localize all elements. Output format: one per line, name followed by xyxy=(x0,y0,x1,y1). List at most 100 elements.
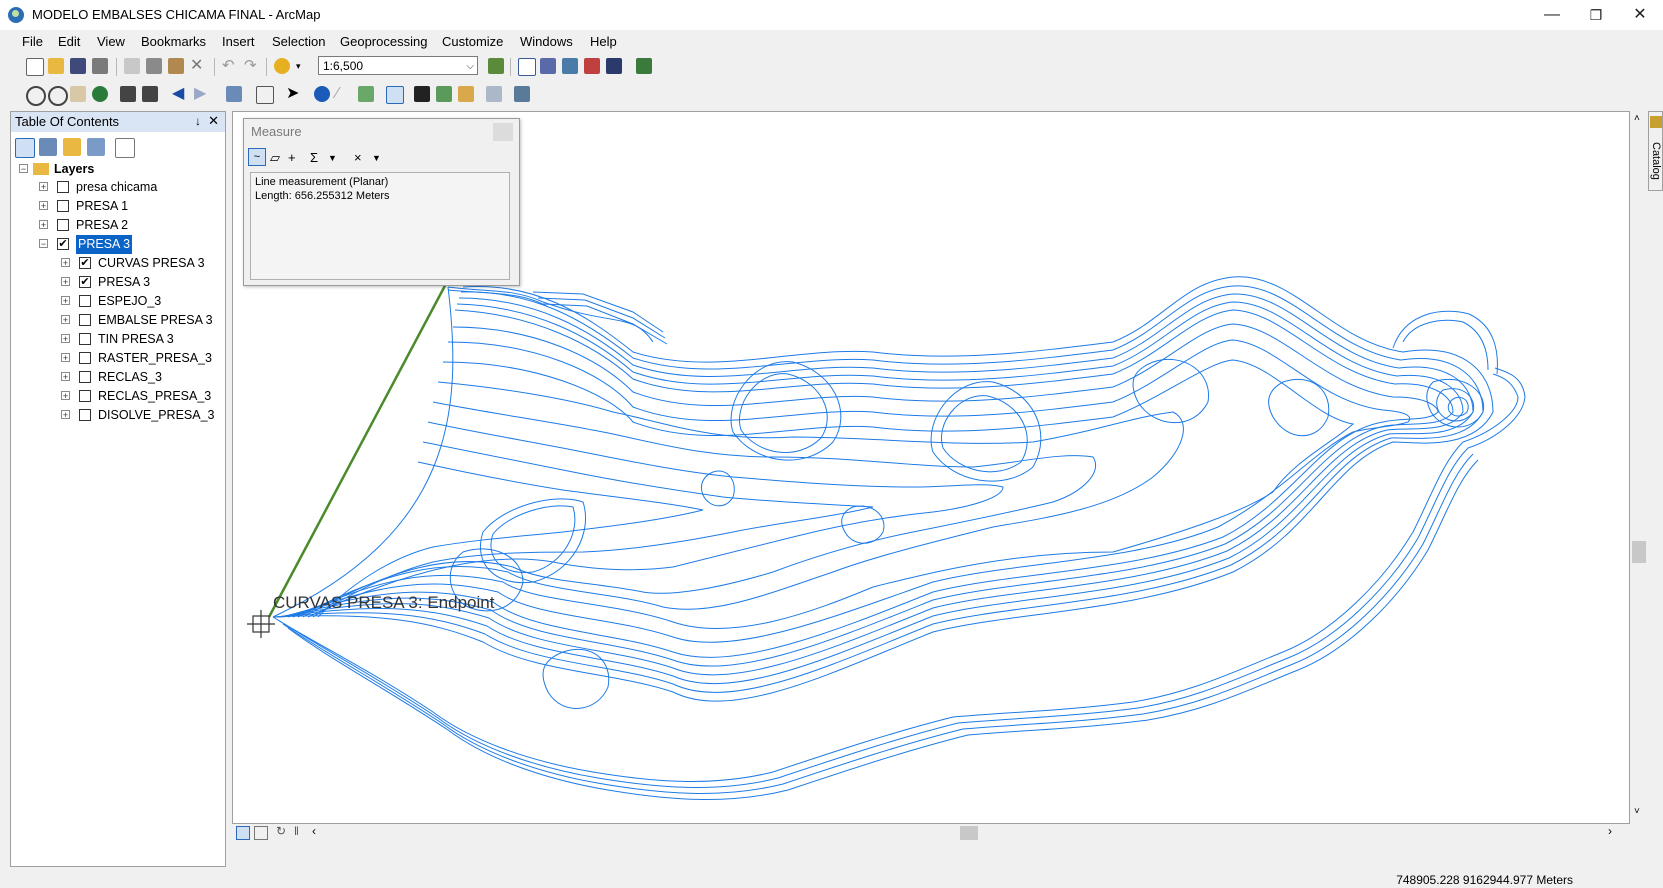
model-builder-icon[interactable] xyxy=(636,58,652,74)
back-icon[interactable]: ◀ xyxy=(172,86,188,102)
layer-checkbox[interactable] xyxy=(79,409,91,421)
data-view-icon[interactable] xyxy=(236,826,250,840)
layer-checkbox[interactable] xyxy=(79,333,91,345)
scroll-right-icon[interactable]: › xyxy=(1608,824,1612,838)
zoom-in-icon[interactable] xyxy=(26,86,46,106)
close-button[interactable]: ✕ xyxy=(1620,4,1660,26)
expand-icon[interactable]: + xyxy=(39,201,48,211)
scroll-left-icon[interactable]: ‹ xyxy=(312,824,316,838)
menu-insert[interactable]: Insert xyxy=(222,34,255,49)
expand-icon[interactable]: + xyxy=(61,353,70,363)
collapse-icon[interactable]: − xyxy=(19,164,28,174)
add-data-dropdown-icon[interactable]: ▾ xyxy=(296,58,312,74)
hyperlink-icon[interactable]: ⁄ xyxy=(336,86,352,102)
menu-bookmarks[interactable]: Bookmarks xyxy=(141,34,206,49)
scroll-up-icon[interactable]: ˄ xyxy=(1634,113,1640,124)
pin-icon[interactable]: ↓ xyxy=(195,114,201,128)
layer-checkbox[interactable]: ✔ xyxy=(57,238,69,250)
measure-icon[interactable] xyxy=(386,86,404,104)
refresh-icon[interactable]: ↻ xyxy=(276,824,286,838)
time-slider-icon[interactable] xyxy=(486,86,502,102)
delete-icon[interactable]: ✕ xyxy=(190,58,206,74)
forward-icon[interactable]: ▶ xyxy=(194,86,210,102)
select-features-icon[interactable] xyxy=(226,86,242,102)
add-data-icon[interactable] xyxy=(274,58,290,74)
measure-line-icon[interactable]: ~ xyxy=(248,148,266,166)
expand-icon[interactable]: + xyxy=(61,391,70,401)
layout-view-icon[interactable] xyxy=(254,826,268,840)
menu-view[interactable]: View xyxy=(97,34,125,49)
expand-icon[interactable]: + xyxy=(61,258,70,268)
sum-dropdown-icon[interactable]: ▼ xyxy=(328,153,337,163)
layer-checkbox[interactable] xyxy=(79,352,91,364)
undo-icon[interactable]: ↶ xyxy=(222,58,238,74)
arctoolbox-icon[interactable] xyxy=(584,58,600,74)
layer-checkbox[interactable] xyxy=(79,295,91,307)
clear-selection-icon[interactable] xyxy=(256,86,274,104)
copy-icon[interactable] xyxy=(146,58,162,74)
expand-icon[interactable]: + xyxy=(61,277,70,287)
python-window-icon[interactable] xyxy=(606,58,622,74)
expand-icon[interactable]: + xyxy=(61,315,70,325)
paste-icon[interactable] xyxy=(168,58,184,74)
expand-icon[interactable]: + xyxy=(61,372,70,382)
collapse-icon[interactable]: − xyxy=(39,239,48,249)
vertical-scroll-thumb[interactable] xyxy=(1632,541,1646,563)
goto-xy-icon[interactable] xyxy=(458,86,474,102)
viewer-window-icon[interactable] xyxy=(514,86,530,102)
select-icon[interactable]: ➤ xyxy=(286,86,302,102)
list-by-selection-icon[interactable] xyxy=(87,138,105,156)
editor-toolbar-icon[interactable] xyxy=(488,58,504,74)
redo-icon[interactable]: ↷ xyxy=(244,58,260,74)
layer-checkbox[interactable] xyxy=(57,181,69,193)
layer-checkbox[interactable] xyxy=(57,219,69,231)
menu-selection[interactable]: Selection xyxy=(272,34,325,49)
toc-close-icon[interactable]: ✕ xyxy=(208,113,219,129)
fixed-zoom-in-icon[interactable] xyxy=(120,86,136,102)
layer-checkbox[interactable] xyxy=(79,314,91,326)
options-icon[interactable] xyxy=(115,138,135,158)
measure-feature-icon[interactable]: + xyxy=(288,150,296,165)
find-route-icon[interactable] xyxy=(436,86,452,102)
horizontal-scroll-thumb[interactable] xyxy=(960,826,978,840)
catalog-tab[interactable]: Catalog xyxy=(1648,111,1663,191)
menu-edit[interactable]: Edit xyxy=(58,34,80,49)
table-icon[interactable] xyxy=(518,58,536,76)
menu-windows[interactable]: Windows xyxy=(520,34,573,49)
cut-icon[interactable] xyxy=(124,58,140,74)
list-by-visibility-icon[interactable] xyxy=(63,138,81,156)
pan-icon[interactable] xyxy=(70,86,86,102)
list-by-drawing-order-icon[interactable] xyxy=(15,138,35,158)
layer-checkbox[interactable]: ✔ xyxy=(79,257,91,269)
open-icon[interactable] xyxy=(48,58,64,74)
restore-button[interactable]: ❐ xyxy=(1576,4,1616,26)
scroll-down-icon[interactable]: ˅ xyxy=(1634,806,1640,817)
fixed-zoom-out-icon[interactable] xyxy=(142,86,158,102)
find-icon[interactable] xyxy=(414,86,430,102)
chevron-down-icon[interactable]: ⌵ xyxy=(466,57,474,76)
units-dropdown-icon[interactable]: ▼ xyxy=(372,153,381,163)
measure-area-icon[interactable]: ▱ xyxy=(270,150,280,166)
layer-checkbox[interactable] xyxy=(79,390,91,402)
expand-icon[interactable]: + xyxy=(39,182,48,192)
identify-icon[interactable] xyxy=(314,86,330,102)
save-icon[interactable] xyxy=(70,58,86,74)
expand-icon[interactable]: + xyxy=(39,220,48,230)
measure-close-button[interactable] xyxy=(493,123,513,141)
menu-geoprocessing[interactable]: Geoprocessing xyxy=(340,34,427,49)
expand-icon[interactable]: + xyxy=(61,296,70,306)
vertical-scrollbar[interactable]: ˄ ˅ xyxy=(1630,111,1648,824)
menu-help[interactable]: Help xyxy=(590,34,617,49)
menu-file[interactable]: File xyxy=(22,34,43,49)
layer-checkbox[interactable] xyxy=(57,200,69,212)
pause-drawing-icon[interactable]: ‖ xyxy=(294,824,299,838)
layer-checkbox[interactable]: ✔ xyxy=(79,276,91,288)
search-window-icon[interactable] xyxy=(562,58,578,74)
minimize-button[interactable]: — xyxy=(1532,4,1572,26)
list-by-source-icon[interactable] xyxy=(39,138,57,156)
html-popup-icon[interactable] xyxy=(358,86,374,102)
menu-customize[interactable]: Customize xyxy=(442,34,503,49)
map-scale-combo[interactable]: 1:6,500 ⌵ xyxy=(318,56,478,75)
globe-icon[interactable] xyxy=(92,86,108,102)
horizontal-scrollbar[interactable]: ↻ ‖ ‹ › xyxy=(232,824,1630,842)
